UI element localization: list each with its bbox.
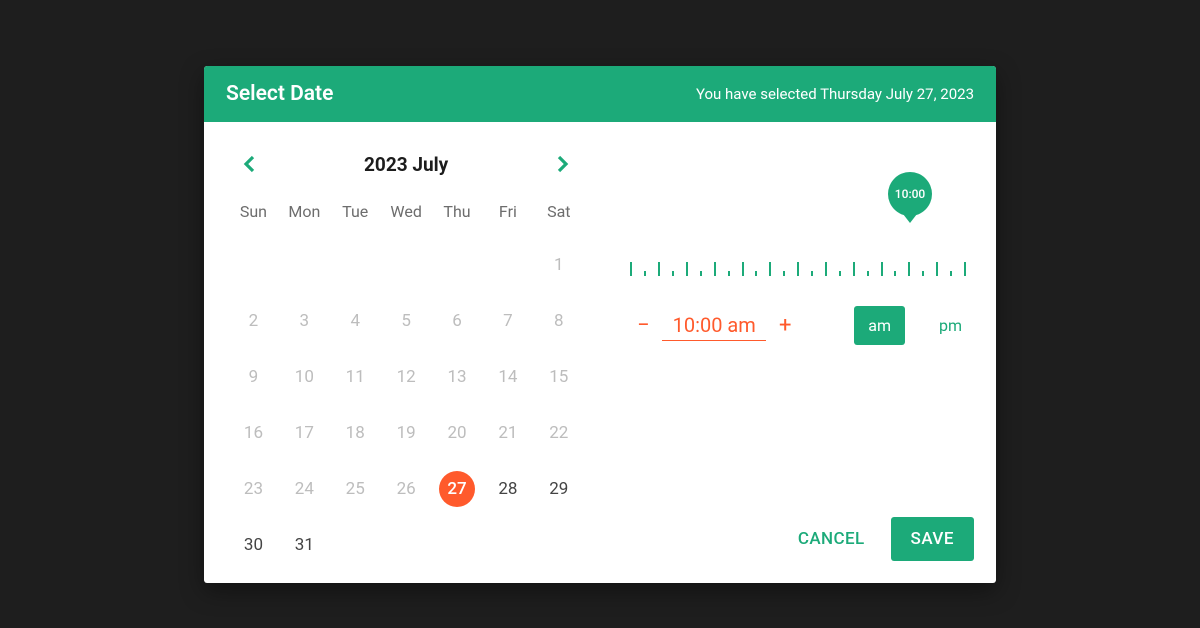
day-cell[interactable]: 22 — [533, 415, 584, 451]
day-cell[interactable]: 10 — [279, 359, 330, 395]
day-cell[interactable]: 17 — [279, 415, 330, 451]
save-button[interactable]: SAVE — [891, 517, 974, 561]
day-cell[interactable]: 24 — [279, 471, 330, 507]
month-navigation: 2023 July — [228, 150, 584, 186]
dialog-body: 2023 July SunMonTueWedThuFriSat 12345678… — [204, 122, 996, 583]
day-cell[interactable]: 18 — [330, 415, 381, 451]
prev-month-button[interactable] — [236, 150, 264, 178]
weekday-label: Fri — [482, 202, 533, 221]
tick-minor — [839, 271, 841, 276]
day-cell[interactable]: 3 — [279, 303, 330, 339]
day-cell[interactable]: 13 — [432, 359, 483, 395]
slider-ticks — [630, 258, 966, 276]
day-cell-empty — [482, 247, 533, 283]
time-slider[interactable]: 10:00 — [630, 216, 966, 276]
day-cell[interactable]: 20 — [432, 415, 483, 451]
next-month-button[interactable] — [548, 150, 576, 178]
day-cell[interactable]: 4 — [330, 303, 381, 339]
time-value[interactable]: 10:00 am — [662, 311, 766, 341]
tick-minor — [894, 271, 896, 276]
day-cell-empty — [330, 247, 381, 283]
day-cell-empty — [228, 247, 279, 283]
slider-bubble: 10:00 — [888, 172, 932, 216]
day-cell[interactable]: 5 — [381, 303, 432, 339]
tick-minor — [783, 271, 785, 276]
weekday-label: Mon — [279, 202, 330, 221]
day-cell[interactable]: 27 — [439, 471, 475, 507]
day-cell[interactable]: 31 — [279, 527, 330, 563]
tick-major — [658, 262, 660, 276]
day-cell[interactable]: 26 — [381, 471, 432, 507]
increment-time-button[interactable]: + — [776, 313, 794, 338]
day-cell-empty — [432, 247, 483, 283]
tick-major — [936, 262, 938, 276]
time-panel: 10:00 − 10:00 am + am pm — [620, 150, 976, 563]
day-cell[interactable]: 14 — [482, 359, 533, 395]
day-cell[interactable]: 15 — [533, 359, 584, 395]
day-cell[interactable]: 1 — [533, 247, 584, 283]
day-cell[interactable]: 6 — [432, 303, 483, 339]
calendar-panel: 2023 July SunMonTueWedThuFriSat 12345678… — [228, 150, 584, 563]
selected-date-text: You have selected Thursday July 27, 2023 — [696, 85, 974, 103]
day-cell[interactable]: 7 — [482, 303, 533, 339]
tick-major — [630, 262, 632, 276]
tick-major — [853, 262, 855, 276]
decrement-time-button[interactable]: − — [634, 313, 652, 338]
tick-minor — [755, 271, 757, 276]
day-cell[interactable]: 25 — [330, 471, 381, 507]
chevron-right-icon — [554, 155, 570, 173]
tick-major — [742, 262, 744, 276]
day-cell[interactable]: 12 — [381, 359, 432, 395]
day-cell[interactable]: 23 — [228, 471, 279, 507]
time-stepper: − 10:00 am + — [634, 311, 794, 341]
tick-major — [686, 262, 688, 276]
day-cell-empty — [279, 247, 330, 283]
dialog-header: Select Date You have selected Thursday J… — [204, 66, 996, 122]
day-cell[interactable]: 21 — [482, 415, 533, 451]
tick-minor — [672, 271, 674, 276]
month-year-label: 2023 July — [364, 153, 448, 176]
tick-minor — [728, 271, 730, 276]
tick-minor — [922, 271, 924, 276]
days-grid: 1234567891011121314151617181920212223242… — [228, 231, 584, 563]
day-cell[interactable]: 29 — [533, 471, 584, 507]
tick-major — [881, 262, 883, 276]
chevron-left-icon — [242, 155, 258, 173]
day-cell[interactable]: 9 — [228, 359, 279, 395]
tick-minor — [644, 271, 646, 276]
tick-major — [769, 262, 771, 276]
am-button[interactable]: am — [854, 306, 905, 345]
day-cell[interactable]: 8 — [533, 303, 584, 339]
pm-button[interactable]: pm — [925, 306, 976, 345]
day-cell[interactable]: 11 — [330, 359, 381, 395]
time-controls: − 10:00 am + am pm — [620, 306, 976, 345]
weekday-label: Thu — [432, 202, 483, 221]
day-cell[interactable]: 28 — [482, 471, 533, 507]
tick-major — [964, 262, 966, 276]
weekday-label: Wed — [381, 202, 432, 221]
weekday-label: Sat — [533, 202, 584, 221]
tick-minor — [867, 271, 869, 276]
tick-minor — [811, 271, 813, 276]
day-cell[interactable]: 2 — [228, 303, 279, 339]
dialog-footer: CANCEL SAVE — [794, 517, 974, 561]
tick-major — [714, 262, 716, 276]
cancel-button[interactable]: CANCEL — [794, 519, 869, 559]
day-cell[interactable]: 16 — [228, 415, 279, 451]
weekday-header: SunMonTueWedThuFriSat — [228, 186, 584, 231]
weekday-label: Tue — [330, 202, 381, 221]
tick-major — [825, 262, 827, 276]
tick-major — [797, 262, 799, 276]
weekday-label: Sun — [228, 202, 279, 221]
tick-minor — [700, 271, 702, 276]
date-picker-dialog: Select Date You have selected Thursday J… — [204, 66, 996, 583]
tick-major — [908, 262, 910, 276]
day-cell-empty — [381, 247, 432, 283]
day-cell[interactable]: 30 — [228, 527, 279, 563]
day-cell[interactable]: 19 — [381, 415, 432, 451]
slider-bubble-label: 10:00 — [895, 187, 925, 201]
am-pm-toggle: am pm — [854, 306, 976, 345]
tick-minor — [950, 271, 952, 276]
dialog-title: Select Date — [226, 82, 333, 106]
